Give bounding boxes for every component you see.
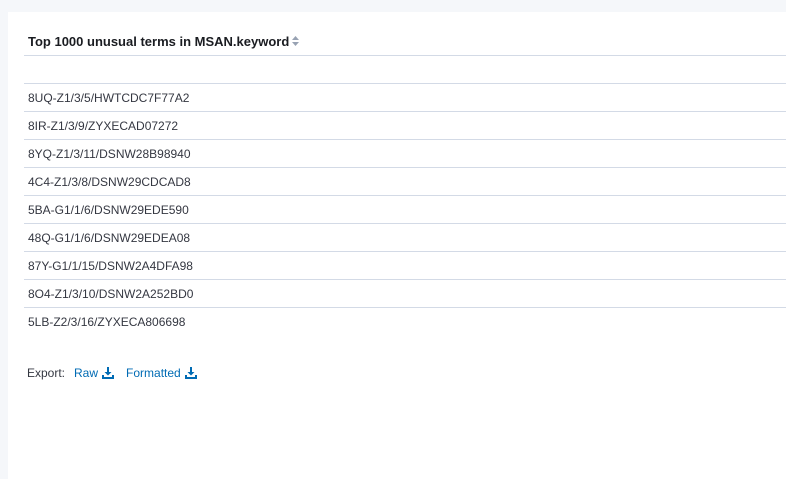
term-cell: 4C4-Z1/3/8/DSNW29CDCAD8 xyxy=(28,174,191,189)
export-raw-label[interactable]: Raw xyxy=(74,366,98,380)
table-row: 8O4-Z1/3/10/DSNW2A252BD0 xyxy=(24,280,786,308)
sort-arrows-icon xyxy=(292,35,300,46)
export-bar: Export: Raw Formatted xyxy=(27,366,197,380)
table-row: 4C4-Z1/3/8/DSNW29CDCAD8 xyxy=(24,168,786,196)
empty-row xyxy=(24,56,786,84)
table-row: 8UQ-Z1/3/5/HWTCDC7F77A2 xyxy=(24,84,786,112)
table-row: 87Y-G1/1/15/DSNW2A4DFA98 xyxy=(24,252,786,280)
table-row: 48Q-G1/1/6/DSNW29EDEA08 xyxy=(24,224,786,252)
export-label: Export: xyxy=(27,366,66,380)
term-cell: 8O4-Z1/3/10/DSNW2A252BD0 xyxy=(28,286,194,301)
term-cell: 5BA-G1/1/6/DSNW29EDE590 xyxy=(28,202,189,217)
table-body: 8UQ-Z1/3/5/HWTCDC7F77A2 8IR-Z1/3/9/ZYXECA… xyxy=(24,84,786,335)
download-icon[interactable] xyxy=(184,367,197,379)
export-formatted-link[interactable]: Formatted xyxy=(126,366,197,380)
term-cell: 8IR-Z1/3/9/ZYXECAD07272 xyxy=(28,118,179,133)
download-icon[interactable] xyxy=(102,367,115,379)
export-raw-link[interactable]: Raw xyxy=(74,366,115,380)
sort-icon[interactable] xyxy=(292,35,300,48)
term-cell: 5LB-Z2/3/16/ZYXECA806698 xyxy=(28,314,186,329)
term-cell: 87Y-G1/1/15/DSNW2A4DFA98 xyxy=(28,258,193,273)
export-formatted-label[interactable]: Formatted xyxy=(126,366,181,380)
table-row: 5LB-Z2/3/16/ZYXECA806698 xyxy=(24,308,786,335)
term-cell: 48Q-G1/1/6/DSNW29EDEA08 xyxy=(28,230,191,245)
table-row: 8YQ-Z1/3/11/DSNW28B98940 xyxy=(24,140,786,168)
table-row: 5BA-G1/1/6/DSNW29EDE590 xyxy=(24,196,786,224)
column-header-label[interactable]: Top 1000 unusual terms in MSAN.keyword xyxy=(28,34,289,49)
table-row: 8IR-Z1/3/9/ZYXECAD07272 xyxy=(24,112,786,140)
term-cell: 8UQ-Z1/3/5/HWTCDC7F77A2 xyxy=(28,90,190,105)
terms-table: Top 1000 unusual terms in MSAN.keyword 8… xyxy=(24,28,786,335)
term-cell: 8YQ-Z1/3/11/DSNW28B98940 xyxy=(28,146,191,161)
visualization-panel: Top 1000 unusual terms in MSAN.keyword 8… xyxy=(8,12,786,479)
column-header[interactable]: Top 1000 unusual terms in MSAN.keyword xyxy=(24,28,786,56)
